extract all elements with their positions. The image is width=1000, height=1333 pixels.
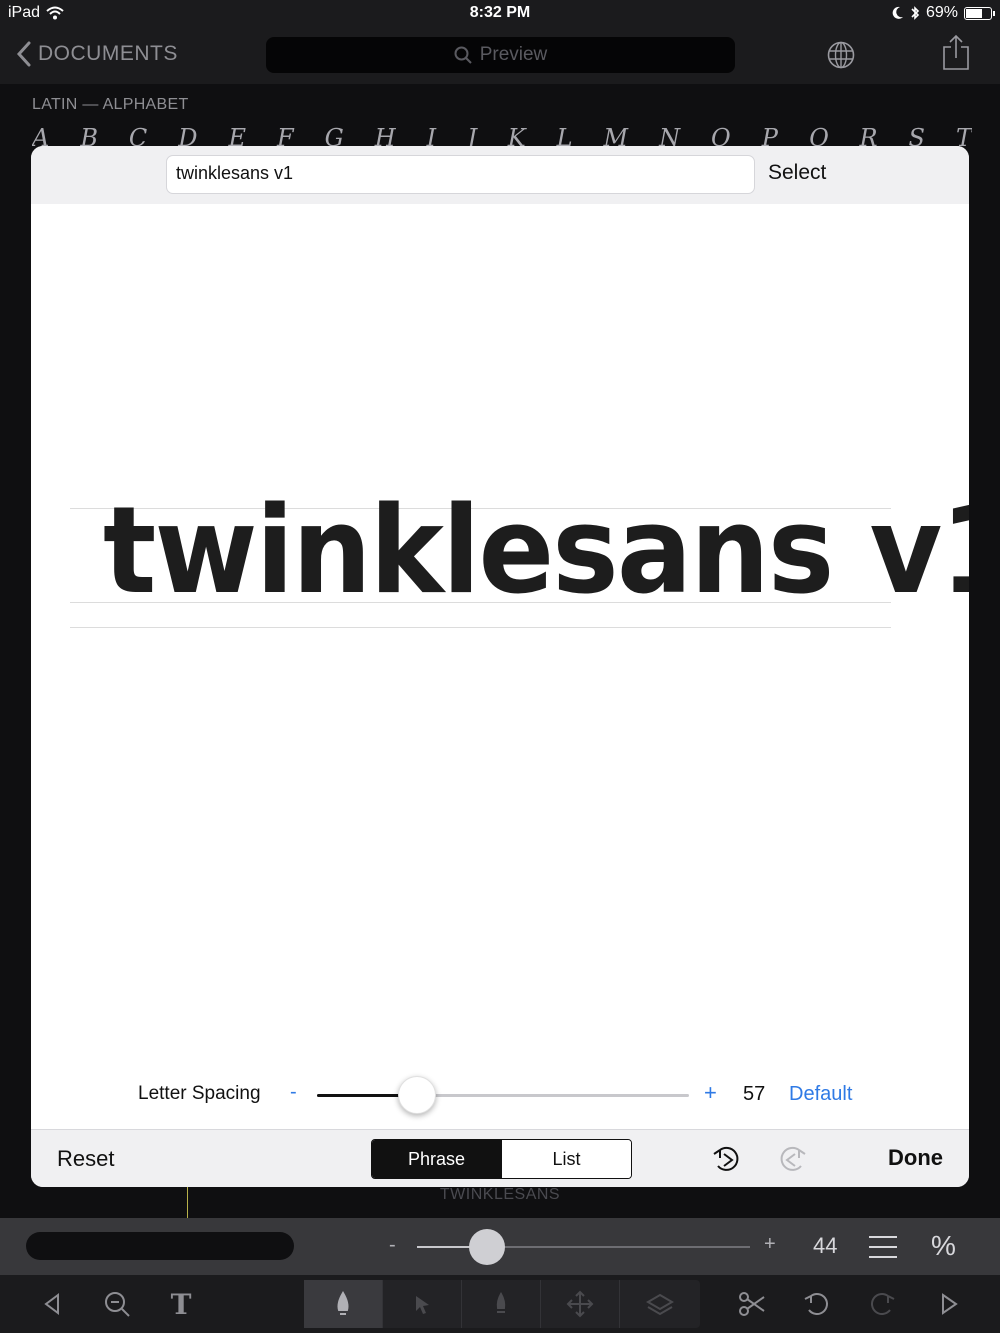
glyph-cell[interactable]: A xyxy=(32,124,49,148)
spacing-slider[interactable] xyxy=(317,1094,689,1097)
font-name-label: TWINKLESANS xyxy=(439,1186,561,1203)
spacing-slider-thumb[interactable] xyxy=(398,1076,437,1114)
text-entry-pill[interactable] xyxy=(26,1232,294,1260)
glyph-cell[interactable]: B xyxy=(80,124,98,148)
glyph-cell[interactable]: O xyxy=(711,124,731,148)
redo-icon[interactable] xyxy=(775,1142,809,1176)
share-icon[interactable] xyxy=(941,34,971,72)
glyph-cell[interactable]: S xyxy=(909,124,925,148)
zoom-out-button[interactable] xyxy=(102,1275,132,1333)
bottom-toolbar: T xyxy=(0,1275,1000,1333)
layers-icon xyxy=(645,1293,674,1316)
size-slider[interactable] xyxy=(417,1246,750,1248)
glyph-cell[interactable]: T xyxy=(956,124,972,148)
search-field[interactable]: Preview xyxy=(266,37,735,73)
glyph-cell[interactable]: K xyxy=(508,124,526,148)
status-bar: iPad 8:32 PM 69% xyxy=(0,0,1000,26)
spacing-decrease-button[interactable]: - xyxy=(290,1081,297,1104)
glyph-cell[interactable]: H xyxy=(375,124,396,148)
zoom-out-icon xyxy=(105,1292,130,1317)
moon-icon xyxy=(892,6,903,19)
preview-modal: twinklesans v1 Select twinklesans v1 Let… xyxy=(31,146,969,1187)
chevron-left-icon xyxy=(16,41,31,67)
undo-icon[interactable] xyxy=(710,1142,744,1176)
default-button[interactable]: Default xyxy=(789,1083,852,1106)
glyph-cell[interactable]: J xyxy=(467,124,477,148)
section-title: LATIN — ALPHABET xyxy=(32,96,189,113)
move-tool[interactable] xyxy=(541,1280,620,1328)
back-label: DOCUMENTS xyxy=(38,42,178,65)
select-button[interactable]: Select xyxy=(768,161,826,185)
glyph-cell[interactable]: N xyxy=(659,124,680,148)
spacing-increase-button[interactable]: + xyxy=(704,1080,717,1106)
glyph-cell[interactable]: I xyxy=(427,124,436,148)
battery-icon xyxy=(964,6,995,20)
size-slider-thumb[interactable] xyxy=(468,1229,505,1265)
modal-header: twinklesans v1 Select xyxy=(31,146,969,204)
pointer-tool[interactable] xyxy=(383,1280,462,1328)
glyph-strip: A B C D E F G H I J K L M N O P Q R S T xyxy=(32,124,972,148)
descender-guide-line xyxy=(70,627,891,628)
text-tool-icon[interactable]: T xyxy=(166,1275,196,1333)
glyph-cell[interactable]: G xyxy=(325,124,344,148)
done-button[interactable]: Done xyxy=(888,1145,943,1171)
glyph-cell[interactable]: R xyxy=(859,124,877,148)
phrase-input[interactable]: twinklesans v1 xyxy=(166,155,755,194)
segment-list[interactable]: List xyxy=(501,1140,631,1178)
glyph-cell[interactable]: D xyxy=(178,124,197,148)
segment-phrase[interactable]: Phrase xyxy=(372,1140,501,1178)
tool-group xyxy=(304,1280,700,1328)
pointer-icon xyxy=(416,1296,429,1314)
toolbar-redo-button[interactable] xyxy=(867,1275,897,1333)
move-icon xyxy=(566,1290,594,1318)
glyph-cell[interactable]: L xyxy=(557,124,573,148)
brush-tool[interactable] xyxy=(462,1280,541,1328)
letter-spacing-control: Letter Spacing - + 57 Default xyxy=(31,1071,969,1121)
toolbar-undo-button[interactable] xyxy=(802,1275,832,1333)
play-button[interactable] xyxy=(934,1275,964,1333)
pen-tip-icon xyxy=(337,1291,349,1315)
brush-icon xyxy=(496,1291,506,1313)
play-back-button[interactable] xyxy=(38,1275,68,1333)
menu-icon[interactable] xyxy=(868,1234,898,1260)
glyph-cell[interactable]: Q xyxy=(809,124,829,148)
redo-icon xyxy=(871,1293,895,1315)
layers-tool[interactable] xyxy=(620,1280,699,1328)
scissors-icon xyxy=(739,1292,765,1316)
battery-percent: 69% xyxy=(925,4,958,21)
glyph-cell[interactable]: M xyxy=(604,124,629,148)
glyph-cell[interactable]: P xyxy=(762,124,778,148)
navigation-bar: DOCUMENTS Preview xyxy=(0,26,1000,84)
size-decrease-button[interactable]: - xyxy=(389,1234,396,1257)
bluetooth-icon xyxy=(911,6,920,20)
preview-text: twinklesans v1 xyxy=(103,482,969,621)
back-button[interactable]: DOCUMENTS xyxy=(14,40,178,68)
reset-button[interactable]: Reset xyxy=(57,1146,114,1172)
percent-icon[interactable]: % xyxy=(931,1230,956,1262)
search-icon xyxy=(454,46,472,64)
undo-icon xyxy=(804,1293,828,1315)
size-value: 44 xyxy=(813,1233,838,1258)
glyph-cell[interactable]: F xyxy=(277,124,294,148)
preview-area: twinklesans v1 xyxy=(31,204,969,1129)
play-icon xyxy=(942,1293,958,1315)
globe-icon[interactable] xyxy=(826,40,856,70)
size-increase-button[interactable]: + xyxy=(764,1233,776,1256)
scissors-button[interactable] xyxy=(737,1275,767,1333)
letter-spacing-label: Letter Spacing xyxy=(138,1083,261,1104)
pen-tip-tool[interactable] xyxy=(304,1280,383,1328)
modal-footer: Reset Phrase List Done xyxy=(31,1129,969,1187)
view-mode-segmented-control: Phrase List xyxy=(371,1139,632,1179)
glyph-cell[interactable]: C xyxy=(129,124,147,148)
search-placeholder: Preview xyxy=(479,44,548,65)
status-time: 8:32 PM xyxy=(469,4,531,21)
play-back-icon xyxy=(44,1293,59,1315)
spacing-value: 57 xyxy=(743,1083,766,1105)
control-bar: - + 44 % xyxy=(0,1218,1000,1275)
glyph-cell[interactable]: E xyxy=(228,124,246,148)
